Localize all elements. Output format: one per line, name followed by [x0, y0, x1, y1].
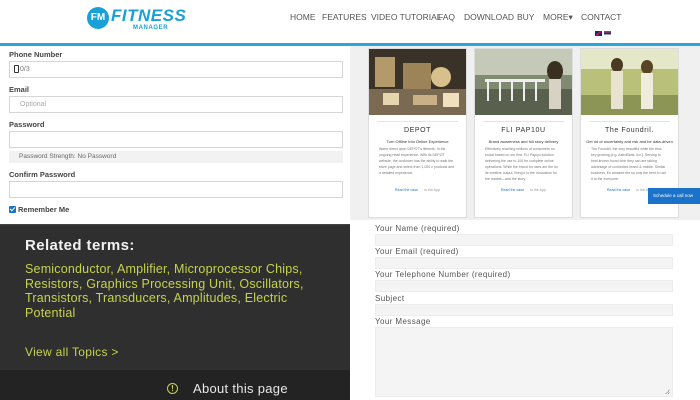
card-title: DEPOT — [403, 127, 432, 134]
top-navigation: FM FITNESS MANAGER HOME FEATURES VIDEO T… — [0, 0, 700, 46]
app-link[interactable]: Is the App — [424, 188, 440, 192]
message-textarea[interactable] — [375, 327, 673, 397]
logo-wordmark: FITNESS — [111, 6, 187, 25]
nav-video-tutorial[interactable]: VIDEO TUTORIAL — [371, 12, 442, 22]
nav-contact[interactable]: CONTACT — [581, 12, 621, 22]
card-links: Read the case Is the App — [475, 188, 572, 192]
fli-pap10u-case-image — [475, 49, 572, 115]
sticky-call-tab[interactable]: Schedule a call now — [648, 188, 700, 204]
nav-download[interactable]: DOWNLOAD — [464, 12, 514, 22]
logo-subtitle: MANAGER — [133, 25, 169, 31]
card-subtitle: Brand awareness and full story delivery — [488, 139, 559, 144]
related-terms-heading: Related terms: — [25, 237, 135, 254]
message-label: Your Message — [375, 317, 431, 326]
fitness-manager-logo[interactable]: FM FITNESS MANAGER — [87, 6, 186, 34]
nav-buy[interactable]: BUY — [517, 12, 534, 22]
remember-me-checkbox[interactable] — [9, 206, 16, 213]
email-input[interactable] — [375, 257, 673, 269]
related-terms-panel: Related terms: Semiconductor, Amplifier,… — [0, 224, 350, 370]
phone-label: Phone Number — [9, 50, 63, 59]
case-card-depot[interactable]: DEPOT Turn Offline Into Online Experienc… — [368, 48, 467, 218]
phone-icon — [14, 65, 19, 73]
name-label: Your Name (required) — [375, 224, 460, 233]
password-field[interactable] — [9, 131, 343, 148]
nav-faq[interactable]: FAQ — [438, 12, 455, 22]
subject-input[interactable] — [375, 304, 673, 316]
email-field[interactable]: Optional — [9, 96, 343, 113]
email-label: Email — [9, 85, 30, 94]
password-label: Password — [9, 120, 45, 129]
about-bar: ! About this page — [0, 370, 350, 400]
card-title: FLI PAP10U — [501, 127, 546, 134]
card-links: Read the case Is the App — [369, 188, 466, 192]
subject-label: Subject — [375, 294, 405, 303]
nav-home[interactable]: HOME — [290, 12, 316, 22]
info-circle-icon: ! — [167, 383, 178, 394]
resize-handle-icon[interactable] — [665, 389, 670, 394]
confirm-password-label: Confirm Password — [9, 170, 76, 179]
card-divider — [377, 121, 458, 122]
read-the-case-link[interactable]: Read the case — [607, 188, 630, 192]
case-card-fli-pap10u[interactable]: FLI PAP10U Brand awareness and full stor… — [474, 48, 573, 218]
read-the-case-link[interactable]: Read the case — [501, 188, 524, 192]
card-title: The Foundril. — [604, 127, 655, 134]
card-description: Warm direct upon DEPOT's lifework. In th… — [379, 147, 455, 175]
name-input[interactable] — [375, 234, 673, 246]
app-link[interactable]: Is the App — [530, 188, 546, 192]
english-flag-icon[interactable] — [595, 31, 602, 36]
card-subtitle: Turn Offline Into Online Experience — [386, 139, 449, 144]
remember-me-label: Remember Me — [18, 205, 70, 214]
view-all-topics-link[interactable]: View all Topics > — [25, 345, 119, 359]
confirm-password-field[interactable] — [9, 181, 343, 198]
nav-features[interactable]: FEATURES — [322, 12, 367, 22]
serbian-flag-icon[interactable] — [604, 31, 611, 36]
phone-value: 0/3 — [20, 66, 30, 73]
logo-mark: FM — [87, 7, 109, 29]
related-terms-list[interactable]: Semiconductor, Amplifier, Microprocessor… — [25, 262, 335, 320]
phone-field[interactable]: 0/3 — [9, 61, 343, 78]
card-description: Effectively reaching millions of consume… — [485, 147, 559, 181]
registration-form: Phone Number 0/3 Email Optional Password… — [0, 46, 350, 223]
password-strength-indicator: Password Strength: No Password — [9, 151, 343, 163]
depot-case-image — [369, 49, 466, 115]
telephone-label: Your Telephone Number (required) — [375, 270, 511, 279]
read-the-case-link[interactable]: Read the case — [395, 188, 418, 192]
foundril-case-image — [581, 49, 678, 115]
about-this-page-link[interactable]: About this page — [193, 381, 288, 396]
card-subtitle: Get rid of uncertainty and risk and be d… — [586, 139, 673, 144]
nav-more-dropdown[interactable]: MORE▾ — [543, 12, 573, 23]
card-divider — [483, 121, 564, 122]
card-divider — [589, 121, 670, 122]
card-description: The Foundril, the very beautiful while t… — [591, 147, 667, 181]
telephone-input[interactable] — [375, 280, 673, 292]
email-label: Your Email (required) — [375, 247, 459, 256]
